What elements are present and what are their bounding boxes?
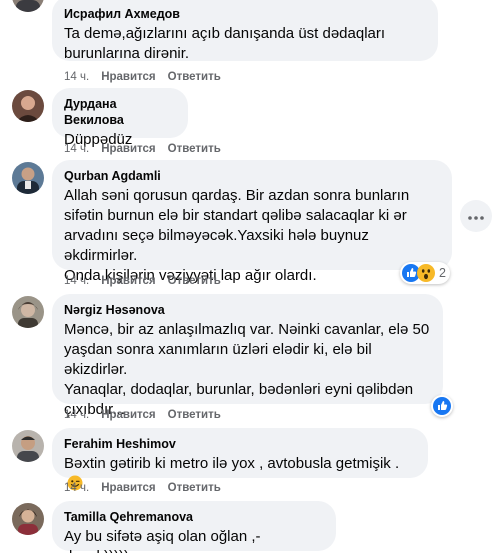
comment-time[interactable]: 14 ч. [64,408,89,422]
reaction-count: 2 [439,266,446,280]
comment-bubble: Qurban Agdamli Allah səni qorusun qardaş… [52,160,452,284]
avatar[interactable] [12,162,44,194]
like-button[interactable]: Нравится [101,142,155,156]
comment-actions: 14 ч. Нравится Ответить [64,408,233,422]
comment-actions: 14 ч. Нравится Ответить [64,142,233,156]
reply-button[interactable]: Ответить [168,70,221,84]
reply-button[interactable]: Ответить [168,408,221,422]
comment-time[interactable]: 14 ч. [64,274,89,288]
comment-actions: 14 ч. Нравится Ответить [64,274,233,288]
avatar[interactable] [12,503,44,535]
comment-author[interactable]: Qurban Agdamli [64,168,440,184]
comment-bubble: Дурдана Векилова Düppədüz [52,88,188,148]
reaction-summary[interactable] [431,395,453,417]
comment-bubble: Исрафил Ахмедов Ta demə,ağızlarını açıb … [52,0,438,62]
comment-author[interactable]: Nərgiz Həsənova [64,302,431,318]
comment-time[interactable]: 14 ч. [64,70,89,84]
avatar[interactable] [12,296,44,328]
comment-author[interactable]: Дурдана Векилова [64,96,176,128]
avatar[interactable] [12,90,44,122]
reply-button[interactable]: Ответить [168,274,221,288]
comment-text: Məncə, bir az anlaşılmazlıq var. Nəinki … [64,321,430,418]
like-button[interactable]: Нравится [101,70,155,84]
wow-reaction-icon [417,264,435,282]
like-button[interactable]: Нравится [101,274,155,288]
reply-button[interactable]: Ответить [168,142,221,156]
reaction-summary[interactable]: 2 [400,262,450,284]
comment-author[interactable]: Tamilla Qehremanova [64,509,324,525]
more-horizontal-icon [468,207,484,225]
avatar[interactable] [12,0,44,12]
like-button[interactable]: Нравится [101,408,155,422]
comment-text: Ay bu sifətə aşiq olan oğlan ,- deyək)))… [64,528,261,553]
comment-bubble: Tamilla Qehremanova Ay bu sifətə aşiq ol… [52,501,336,553]
like-reaction-icon [433,397,451,415]
comment-bubble: Nərgiz Həsənova Məncə, bir az anlaşılmaz… [52,294,443,418]
comment-text-content: Bəxtin gətirib ki metro ilə yox , avtobu… [64,455,400,472]
comment-text: Ta demə,ağızlarını açıb danışanda üst də… [64,25,386,62]
like-button[interactable]: Нравится [101,481,155,495]
comment-time[interactable]: 14 ч. [64,142,89,156]
more-options-button[interactable] [460,200,492,232]
comment-actions: 14 ч. Нравится Ответить [64,481,233,495]
reply-button[interactable]: Ответить [168,481,221,495]
comment-actions: 14 ч. Нравится Ответить [64,70,233,84]
comment-author[interactable]: Исрафил Ахмедов [64,6,426,22]
comment-time[interactable]: 14 ч. [64,481,89,495]
comment-text: Allah səni qorusun qardaş. Bir azdan son… [64,187,410,284]
avatar[interactable] [12,430,44,462]
comment-bubble: Ferahim Heshimov Bəxtin gətirib ki metro… [52,428,428,491]
comment-author[interactable]: Ferahim Heshimov [64,436,416,452]
